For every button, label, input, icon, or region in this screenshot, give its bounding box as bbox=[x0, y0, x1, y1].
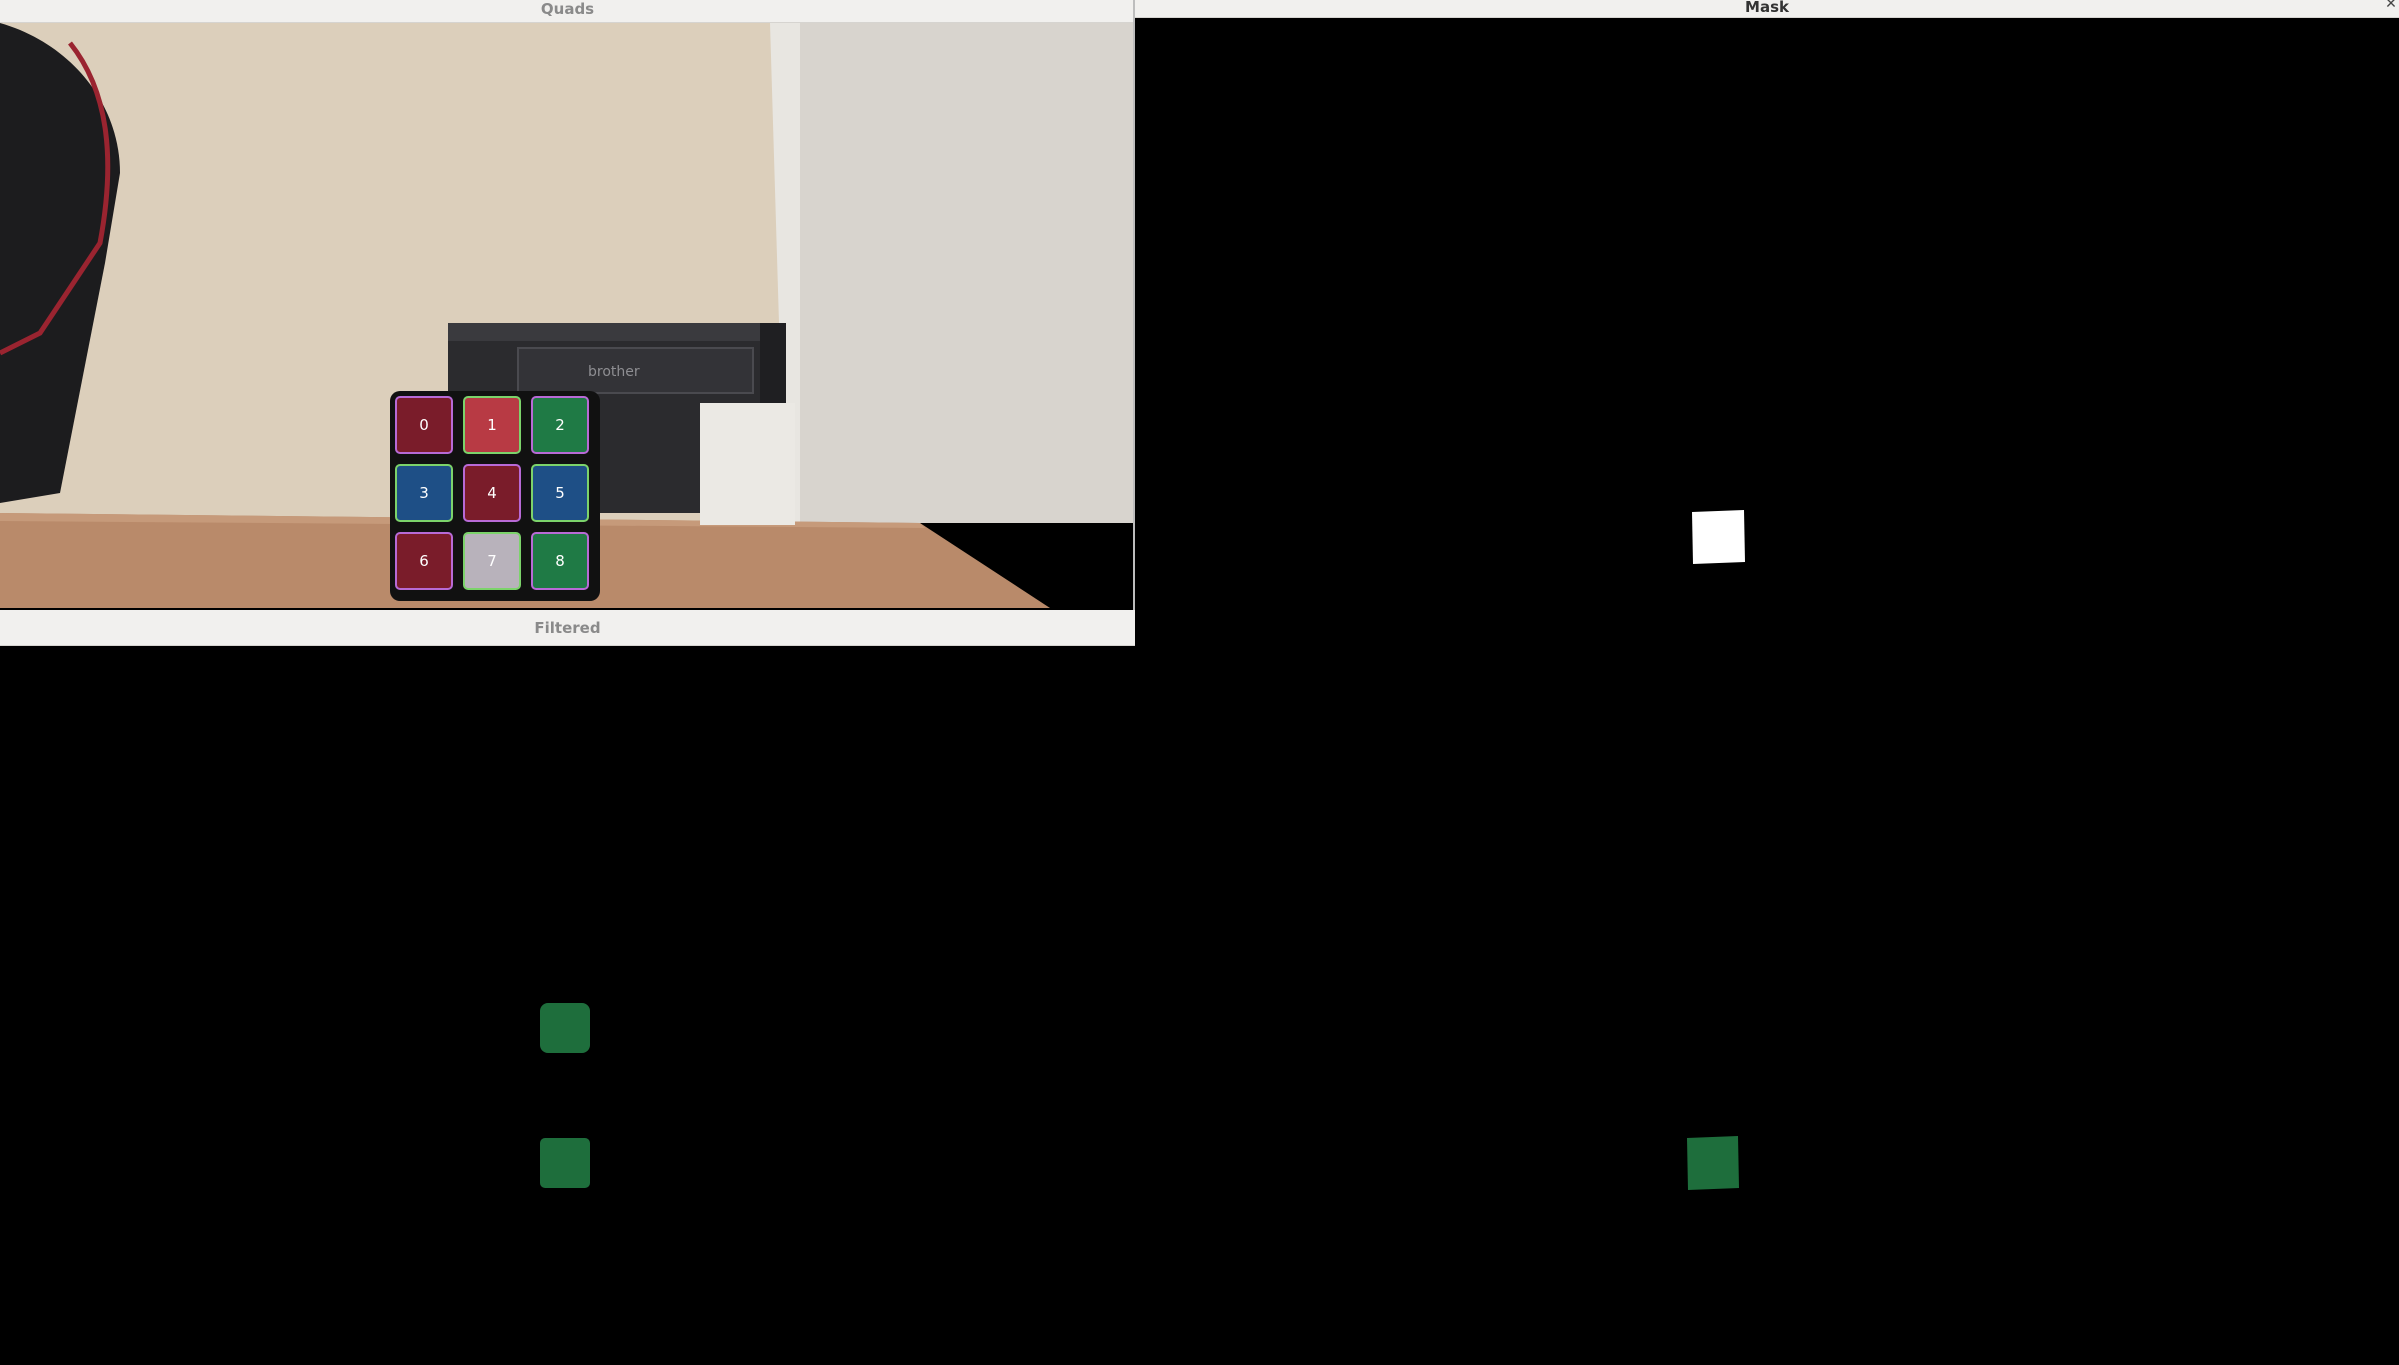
filtered-window: Filtered bbox=[0, 610, 1135, 1365]
quads-camera-view: brother 0 1 2 3 4 5 6 7 8 bbox=[0, 23, 1135, 608]
mask-view bbox=[1135, 18, 2399, 1365]
mask-green-blob bbox=[1687, 1136, 1739, 1190]
mask-blob bbox=[1692, 510, 1745, 564]
filtered-frame bbox=[540, 1003, 590, 1188]
camera-frame: brother 0 1 2 3 4 5 6 7 8 bbox=[0, 23, 1135, 608]
filtered-view bbox=[0, 645, 1135, 1365]
cube-sticker-label: 4 bbox=[487, 484, 497, 502]
quads-window: Quads brother 0 1 2 3 4 5 6 7 8 bbox=[0, 0, 1135, 650]
cube-sticker-label: 0 bbox=[419, 416, 429, 434]
filtered-title: Filtered bbox=[534, 618, 601, 637]
cube-sticker-label: 2 bbox=[555, 416, 565, 434]
cube-sticker-label: 1 bbox=[487, 416, 497, 434]
cube-sticker-label: 5 bbox=[555, 484, 565, 502]
filtered-blob-top bbox=[540, 1003, 590, 1053]
quads-title: Quads bbox=[540, 0, 595, 18]
mask-titlebar[interactable]: Mask ✕ bbox=[1135, 0, 2399, 18]
filtered-blob-bottom bbox=[540, 1138, 590, 1188]
cube-sticker-label: 8 bbox=[555, 552, 565, 570]
cube-sticker-label: 6 bbox=[419, 552, 429, 570]
cube-sticker-grid: 0 1 2 3 4 5 6 7 8 bbox=[395, 396, 589, 590]
mask-title: Mask bbox=[1745, 0, 1789, 16]
quads-titlebar[interactable]: Quads bbox=[0, 0, 1135, 23]
close-icon[interactable]: ✕ bbox=[2383, 0, 2399, 12]
mask-frame bbox=[1687, 510, 1745, 1190]
cube-sticker-label: 7 bbox=[487, 552, 497, 570]
cube-sticker-label: 3 bbox=[419, 484, 429, 502]
mask-window: Mask ✕ bbox=[1135, 0, 2399, 1365]
svg-text:brother: brother bbox=[588, 364, 640, 380]
filtered-titlebar[interactable]: Filtered bbox=[0, 610, 1135, 646]
